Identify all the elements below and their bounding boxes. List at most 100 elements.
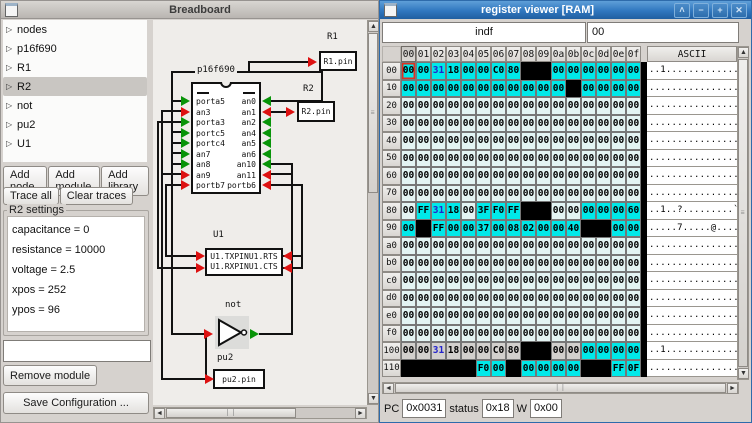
reg-cell[interactable]: 00 [626, 237, 641, 255]
chip-pin-an3[interactable]: an3 [196, 108, 210, 118]
row-header-d0[interactable]: d0 [382, 290, 401, 308]
reg-cell[interactable]: 00 [416, 132, 431, 150]
reg-cell[interactable]: 00 [596, 97, 611, 115]
reg-cell[interactable]: 00 [521, 237, 536, 255]
row-header-f0[interactable]: f0 [382, 325, 401, 343]
scroll-left-icon[interactable]: ◄ [383, 383, 394, 394]
reg-cell[interactable]: 00 [431, 237, 446, 255]
breadboard-titlebar[interactable]: Breadboard [1, 1, 378, 19]
reg-cell[interactable]: 00 [476, 115, 491, 133]
reg-cell[interactable]: 00 [506, 307, 521, 325]
reg-cell[interactable]: 00 [401, 237, 416, 255]
setting-entry[interactable]: voltage = 2.5 [12, 260, 140, 280]
setting-entry[interactable]: resistance = 10000 [12, 240, 140, 260]
reg-cell[interactable]: 00 [611, 80, 626, 98]
reg-cell[interactable] [521, 62, 536, 80]
reg-cell[interactable]: 00 [581, 325, 596, 343]
reg-cell[interactable]: 00 [476, 307, 491, 325]
reg-cell[interactable]: 00 [626, 80, 641, 98]
reg-cell[interactable]: 00 [461, 220, 476, 238]
tree-item-not[interactable]: ▷not [3, 96, 147, 115]
reg-cell[interactable]: 00 [431, 115, 446, 133]
reg-cell[interactable]: 00 [506, 272, 521, 290]
trace-all-button[interactable]: Trace all [3, 187, 59, 205]
reg-cell[interactable]: 00 [536, 290, 551, 308]
reg-cell[interactable]: 00 [491, 272, 506, 290]
reg-cell[interactable] [431, 360, 446, 378]
reg-cell[interactable]: 00 [476, 185, 491, 203]
reg-cell[interactable]: 00 [551, 237, 566, 255]
row-header-b0[interactable]: b0 [382, 255, 401, 273]
reg-cell[interactable]: 00 [416, 150, 431, 168]
reg-cell[interactable]: 00 [506, 115, 521, 133]
remove-module-button[interactable]: Remove module [3, 365, 97, 386]
row-header-20[interactable]: 20 [382, 97, 401, 115]
reg-cell[interactable]: 00 [536, 167, 551, 185]
shade-icon[interactable]: ˄ [674, 3, 690, 18]
reg-cell[interactable]: 00 [596, 237, 611, 255]
reg-cell[interactable]: 00 [476, 150, 491, 168]
reg-cell[interactable]: 00 [416, 255, 431, 273]
reg-cell[interactable]: 00 [596, 115, 611, 133]
reg-cell[interactable]: 00 [431, 167, 446, 185]
reg-cell[interactable]: 00 [446, 80, 461, 98]
reg-cell[interactable]: 00 [521, 325, 536, 343]
reg-cell[interactable]: 00 [461, 325, 476, 343]
col-header-09[interactable]: 09 [536, 46, 551, 62]
reg-cell[interactable]: FF [431, 220, 446, 238]
reg-cell[interactable]: 00 [461, 185, 476, 203]
reg-cell[interactable]: 00 [536, 325, 551, 343]
reg-cell[interactable]: 00 [401, 220, 416, 238]
reg-cell[interactable]: 00 [596, 307, 611, 325]
reg-cell[interactable]: 00 [626, 62, 641, 80]
reg-cell[interactable] [416, 220, 431, 238]
attribute-input[interactable] [3, 340, 151, 362]
register-name-field[interactable]: indf [382, 22, 586, 43]
reg-cell[interactable]: 00 [506, 255, 521, 273]
reg-cell[interactable]: 00 [491, 167, 506, 185]
reg-cell[interactable]: 00 [446, 290, 461, 308]
scroll-thumb[interactable]: | | [395, 383, 726, 393]
reg-cell[interactable]: 00 [551, 202, 566, 220]
reg-cell[interactable]: 00 [446, 185, 461, 203]
reg-cell[interactable]: 00 [536, 80, 551, 98]
reg-cell[interactable]: 00 [491, 325, 506, 343]
reg-cell[interactable]: 00 [551, 307, 566, 325]
reg-cell[interactable]: 00 [611, 325, 626, 343]
reg-cell[interactable]: 00 [401, 255, 416, 273]
reg-cell[interactable] [536, 62, 551, 80]
reg-cell[interactable]: 00 [446, 132, 461, 150]
row-header-100[interactable]: 100 [382, 342, 401, 360]
reg-cell[interactable]: 00 [626, 167, 641, 185]
reg-cell[interactable]: 00 [521, 360, 536, 378]
reg-cell[interactable] [566, 80, 581, 98]
tree-item-R2[interactable]: ▷R2 [3, 77, 147, 96]
reg-cell[interactable]: 00 [401, 97, 416, 115]
reg-cell[interactable]: 00 [431, 150, 446, 168]
reg-cell[interactable]: 00 [611, 132, 626, 150]
reg-cell[interactable] [446, 360, 461, 378]
row-header-90[interactable]: 90 [382, 220, 401, 238]
reg-cell[interactable]: 00 [626, 185, 641, 203]
reg-cell[interactable]: 00 [446, 237, 461, 255]
reg-cell[interactable]: FF [611, 360, 626, 378]
reg-cell[interactable]: 00 [446, 97, 461, 115]
reg-cell[interactable]: 00 [476, 342, 491, 360]
reg-cell[interactable]: 00 [506, 97, 521, 115]
reg-cell[interactable]: 00 [431, 80, 446, 98]
reg-cell[interactable]: 00 [566, 272, 581, 290]
tree-item-pu2[interactable]: ▷pu2 [3, 115, 147, 134]
reg-cell[interactable]: 00 [611, 237, 626, 255]
reg-cell[interactable]: 00 [506, 80, 521, 98]
reg-cell[interactable]: 00 [581, 167, 596, 185]
reg-cell[interactable]: 00 [446, 325, 461, 343]
reg-cell[interactable]: 00 [611, 202, 626, 220]
expander-icon[interactable]: ▷ [6, 44, 17, 53]
reg-cell[interactable]: 00 [491, 360, 506, 378]
col-header-00[interactable]: 00 [401, 46, 416, 62]
reg-cell[interactable]: 00 [401, 167, 416, 185]
reg-cell[interactable]: 00 [461, 307, 476, 325]
reg-cell[interactable]: 00 [581, 342, 596, 360]
reg-cell[interactable]: 02 [521, 220, 536, 238]
reg-cell[interactable]: 00 [521, 115, 536, 133]
